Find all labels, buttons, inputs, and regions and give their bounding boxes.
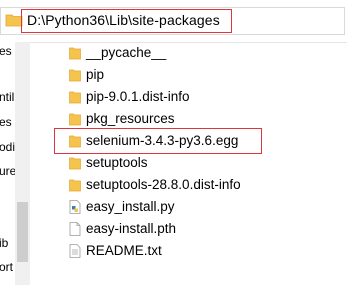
file-name: pip	[86, 67, 105, 82]
list-item[interactable]: pip	[66, 64, 336, 86]
list-item[interactable]: selenium-3.4.3-py3.6.egg	[54, 128, 336, 154]
folder-icon	[69, 157, 81, 170]
folder-icon	[69, 69, 81, 82]
folder-icon	[69, 113, 81, 126]
address-field[interactable]: D:\Python36\Lib\site-packages	[0, 7, 345, 35]
list-item[interactable]: pip-9.0.1.dist-info	[66, 86, 336, 108]
python-file-icon	[69, 200, 81, 214]
file-name: __pycache__	[86, 45, 167, 60]
list-item[interactable]: easy-install.pth	[66, 218, 336, 240]
file-list: __pycache__ pip pip-9.0.1.dist-info pkg_…	[54, 42, 347, 285]
list-item[interactable]: pkg_resources	[66, 108, 336, 130]
folder-icon	[69, 91, 81, 104]
nav-item[interactable]: es	[0, 115, 12, 129]
file-name: easy-install.pth	[86, 221, 177, 236]
nav-item[interactable]: ure	[0, 164, 16, 178]
folder-icon	[69, 179, 81, 192]
file-name: pip-9.0.1.dist-info	[86, 89, 190, 104]
nav-item[interactable]: odi	[0, 140, 15, 154]
nav-item[interactable]: ib	[0, 236, 8, 250]
list-item[interactable]: README.txt	[66, 240, 336, 262]
file-name: pkg_resources	[86, 111, 175, 126]
nav-item[interactable]: es	[0, 44, 12, 58]
file-icon	[69, 222, 81, 236]
file-name: selenium-3.4.3-py3.6.egg	[86, 133, 239, 148]
list-item[interactable]: easy_install.py	[66, 196, 336, 218]
text-file-icon	[69, 244, 81, 258]
file-name: README.txt	[86, 243, 162, 258]
nav-item[interactable]: ntil	[0, 90, 14, 104]
scrollbar-thumb[interactable]	[17, 202, 28, 262]
file-name: setuptools	[86, 155, 148, 170]
nav-item[interactable]: ort	[0, 260, 13, 274]
list-item[interactable]: __pycache__	[66, 42, 336, 64]
list-item[interactable]: setuptools-28.8.0.dist-info	[66, 174, 336, 196]
address-path: D:\Python36\Lib\site-packages	[27, 12, 220, 28]
list-item[interactable]: setuptools	[66, 152, 336, 174]
folder-icon	[69, 135, 81, 148]
address-bar: D:\Python36\Lib\site-packages	[0, 0, 347, 43]
nav-scrollbar[interactable]	[15, 42, 30, 285]
file-name: setuptools-28.8.0.dist-info	[86, 177, 241, 192]
file-name: easy_install.py	[86, 199, 175, 214]
folder-icon	[69, 47, 81, 60]
